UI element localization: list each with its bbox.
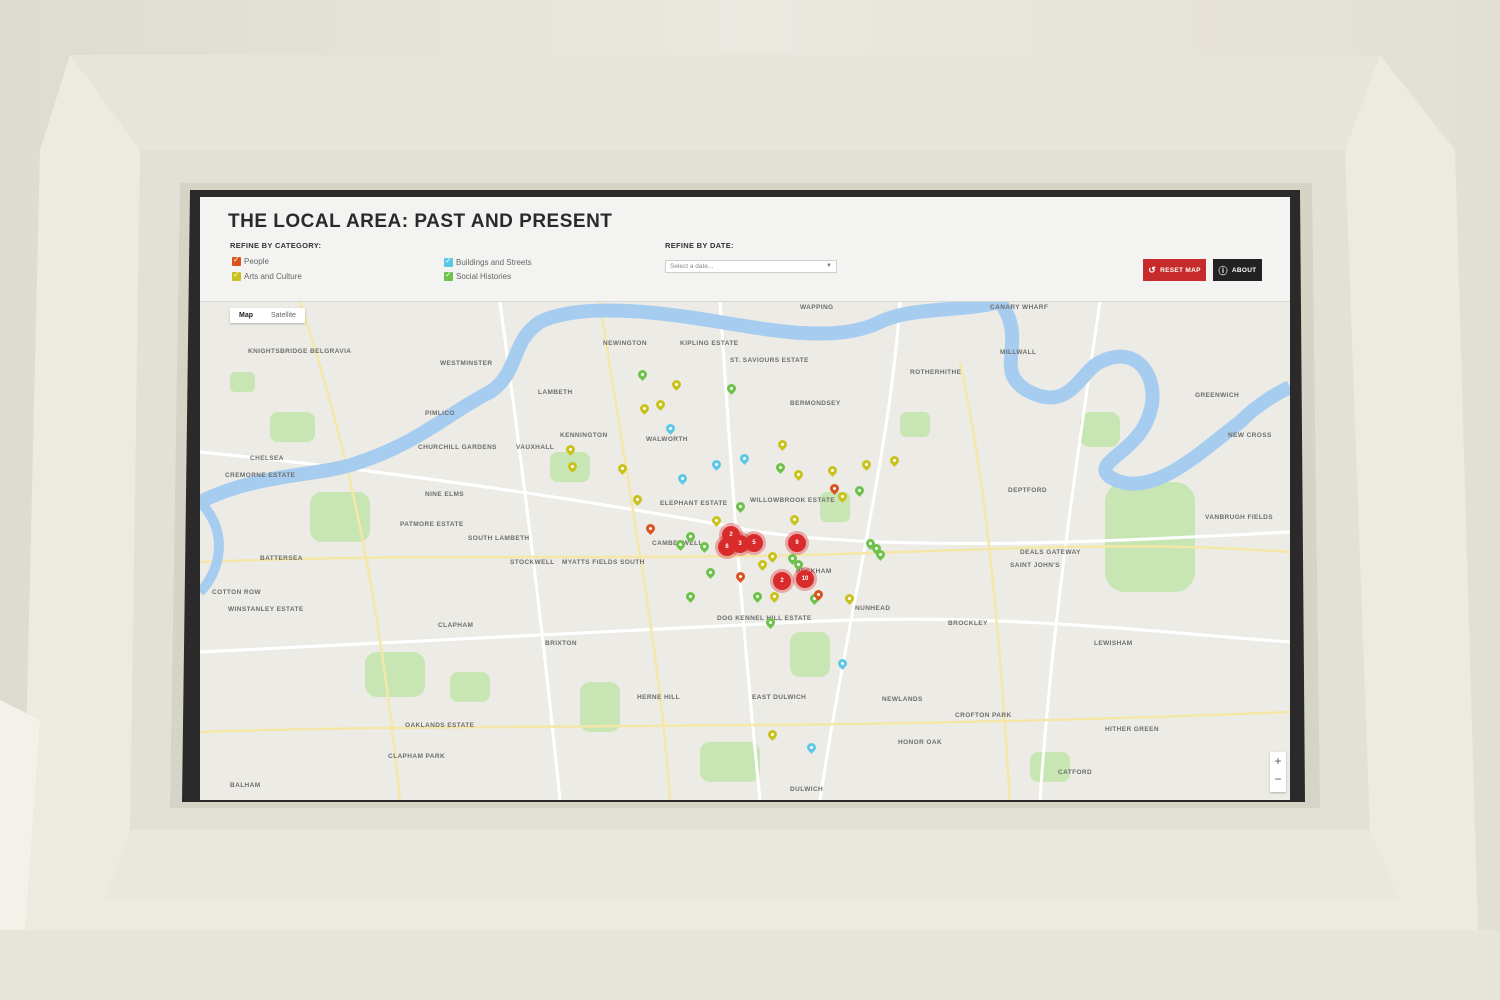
map-type-satellite[interactable]: Satellite: [262, 308, 305, 323]
place-label: NEWLANDS: [882, 696, 923, 703]
place-label: OAKLANDS ESTATE: [405, 722, 475, 729]
category-social[interactable]: Social Histories: [444, 270, 512, 281]
place-label: ELEPHANT ESTATE: [660, 500, 728, 507]
about-button[interactable]: ⓘ ABOUT: [1213, 259, 1262, 281]
place-label: PIMLICO: [425, 410, 455, 417]
place-label: CREMORNE ESTATE: [225, 472, 296, 479]
page-title: THE LOCAL AREA: PAST AND PRESENT: [228, 211, 613, 232]
place-label: GREENWICH: [1195, 392, 1240, 399]
category-label-text: People: [244, 257, 269, 266]
place-label: MYATTS FIELDS SOUTH: [562, 559, 645, 566]
cluster-marker[interactable]: 10: [796, 570, 814, 588]
place-label: SOUTH LAMBETH: [468, 535, 530, 542]
place-label: BERMONDSEY: [790, 400, 841, 407]
checkbox-icon[interactable]: [232, 255, 241, 266]
zoom-control[interactable]: + −: [1270, 752, 1286, 792]
place-label: CLAPHAM: [438, 622, 474, 629]
date-placeholder: Select a date...: [670, 263, 714, 270]
reset-map-label: RESET MAP: [1160, 266, 1201, 274]
place-label: NEW CROSS: [1228, 432, 1272, 439]
reset-icon: ↺: [1148, 264, 1157, 275]
place-label: CHURCHILL GARDENS: [418, 444, 497, 451]
app-header: THE LOCAL AREA: PAST AND PRESENT REFINE …: [200, 197, 1290, 302]
date-select[interactable]: Select a date... ▼: [665, 260, 837, 273]
place-label: CROFTON PARK: [955, 712, 1012, 719]
kiosk-screen: THE LOCAL AREA: PAST AND PRESENT REFINE …: [200, 197, 1290, 800]
place-label: DEPTFORD: [1008, 487, 1047, 494]
place-label: DOG KENNEL HILL ESTATE: [717, 615, 812, 622]
cluster-marker[interactable]: 9: [788, 534, 806, 552]
place-label: MILLWALL: [1000, 349, 1037, 356]
place-label: CLAPHAM PARK: [388, 753, 446, 760]
category-label: REFINE BY CATEGORY:: [230, 241, 322, 250]
category-label-text: Social Histories: [456, 272, 512, 281]
place-label: EAST DULWICH: [752, 694, 807, 701]
place-label: DULWICH: [790, 786, 824, 793]
place-label: NEWINGTON: [603, 340, 647, 347]
place-label: WILLOWBROOK ESTATE: [750, 497, 835, 504]
place-label: CATFORD: [1058, 769, 1093, 776]
checkbox-icon[interactable]: [232, 270, 241, 281]
place-label: CHELSEA: [250, 455, 284, 462]
place-label: DEALS GATEWAY: [1020, 549, 1081, 556]
place-label: ST. SAVIOURS ESTATE: [730, 357, 809, 364]
place-label: SAINT JOHN'S: [1010, 562, 1061, 569]
place-label: HITHER GREEN: [1105, 726, 1159, 733]
date-label: REFINE BY DATE:: [665, 241, 734, 250]
place-label: COTTON ROW: [212, 589, 262, 596]
place-label: WINSTANLEY ESTATE: [228, 606, 304, 613]
place-label: WESTMINSTER: [440, 360, 493, 367]
map-view[interactable]: Map Satellite + − KNIGHTSBRIDGE BELGRAVI…: [200, 302, 1290, 800]
place-label: BROCKLEY: [948, 620, 988, 627]
cluster-marker[interactable]: 2: [773, 572, 791, 590]
cluster-marker[interactable]: 5: [745, 534, 763, 552]
about-label: ABOUT: [1231, 266, 1257, 274]
place-label: WAPPING: [800, 304, 834, 311]
checkbox-icon[interactable]: [444, 256, 453, 267]
zoom-out-button[interactable]: −: [1270, 770, 1286, 788]
place-label: CANARY WHARF: [990, 304, 1049, 311]
place-label: VANBRUGH FIELDS: [1205, 514, 1273, 521]
help-icon: ⓘ: [1218, 265, 1228, 276]
place-label: BALHAM: [230, 782, 261, 789]
place-label: STOCKWELL: [510, 559, 555, 566]
place-label: LAMBETH: [538, 389, 573, 396]
place-label: HERNE HILL: [637, 694, 680, 701]
map-type-map[interactable]: Map: [230, 308, 262, 323]
zoom-in-button[interactable]: +: [1270, 752, 1286, 770]
category-arts[interactable]: Arts and Culture: [232, 270, 302, 281]
reset-map-button[interactable]: ↺ RESET MAP: [1143, 259, 1206, 281]
place-label: LEWISHAM: [1094, 640, 1133, 647]
place-label: KIPLING ESTATE: [680, 340, 739, 347]
place-label: VAUXHALL: [516, 444, 555, 451]
place-label: ROTHERHITHE: [910, 369, 962, 376]
place-label: KENNINGTON: [560, 432, 608, 439]
place-label: WALWORTH: [646, 436, 688, 443]
place-label: HONOR OAK: [898, 739, 943, 746]
place-label: NUNHEAD: [855, 605, 891, 612]
place-label: PATMORE ESTATE: [400, 521, 464, 528]
category-label-text: Buildings and Streets: [456, 258, 532, 267]
place-label: BRIXTON: [545, 640, 577, 647]
place-label: BELGRAVIA: [310, 348, 352, 355]
checkbox-icon[interactable]: [444, 270, 453, 281]
category-buildings[interactable]: Buildings and Streets: [444, 256, 532, 267]
place-label: NINE ELMS: [425, 491, 464, 498]
place-label: KNIGHTSBRIDGE: [248, 348, 308, 355]
category-people[interactable]: People: [232, 255, 269, 266]
map-type-control[interactable]: Map Satellite: [230, 308, 305, 323]
category-label-text: Arts and Culture: [244, 272, 302, 281]
chevron-down-icon: ▼: [826, 263, 832, 269]
place-label: BATTERSEA: [260, 555, 303, 562]
